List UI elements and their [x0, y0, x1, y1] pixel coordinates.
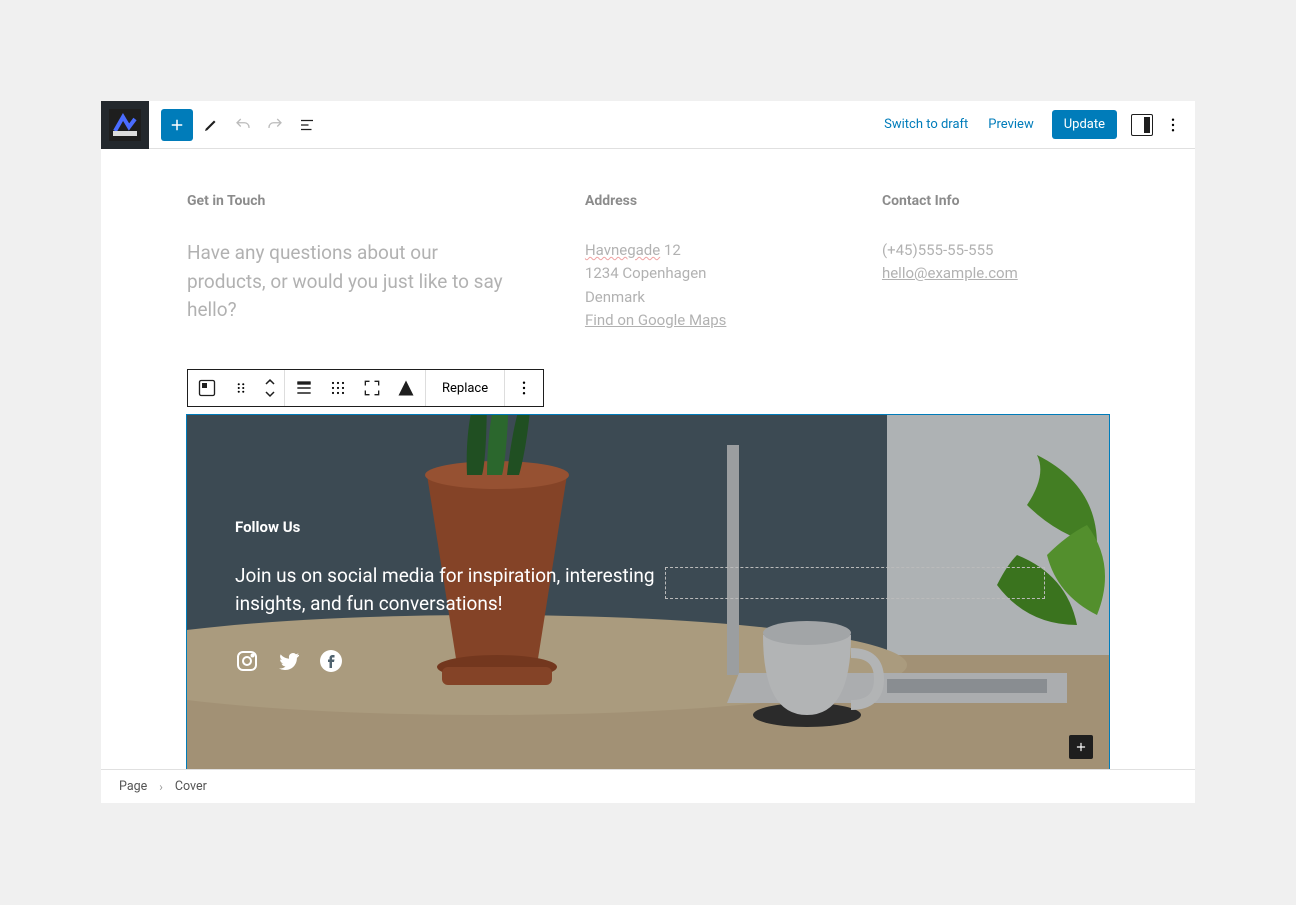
- address-map-link[interactable]: Find on Google Maps: [585, 311, 726, 329]
- align-icon: [294, 378, 314, 398]
- add-inner-block-button[interactable]: [1069, 735, 1093, 759]
- pencil-icon: [202, 116, 220, 134]
- address-line3: Denmark: [585, 288, 645, 306]
- add-block-button[interactable]: [161, 109, 193, 141]
- empty-column-placeholder[interactable]: [665, 567, 1045, 599]
- contact-phone: (+45)555-55-555: [882, 241, 993, 259]
- align-button[interactable]: [289, 373, 319, 403]
- address-heading: Address: [585, 193, 812, 209]
- facebook-icon[interactable]: [319, 649, 343, 673]
- switch-to-draft-link[interactable]: Switch to draft: [874, 111, 978, 138]
- block-options-button[interactable]: [509, 373, 539, 403]
- address-line1-rest: 12: [660, 241, 681, 259]
- chevron-right-icon: ›: [159, 780, 163, 794]
- social-links: [235, 649, 1061, 673]
- instagram-icon[interactable]: [235, 649, 259, 673]
- get-in-touch-paragraph: Have any questions about our products, o…: [187, 239, 515, 325]
- list-view-icon: [298, 116, 316, 134]
- fullheight-button[interactable]: [357, 373, 387, 403]
- plus-icon: [1074, 740, 1088, 754]
- drag-handle[interactable]: [226, 373, 256, 403]
- topbar-tools: [149, 109, 321, 141]
- redo-icon: [266, 116, 284, 134]
- replace-button[interactable]: Replace: [430, 381, 500, 396]
- breadcrumb-root[interactable]: Page: [119, 779, 147, 794]
- duotone-icon: [396, 378, 416, 398]
- twitter-icon[interactable]: [277, 649, 301, 673]
- get-in-touch-column: Get in Touch Have any questions about ou…: [187, 193, 515, 332]
- preview-link[interactable]: Preview: [978, 111, 1043, 138]
- block-toolbar: Replace: [187, 369, 544, 407]
- drag-icon: [232, 379, 250, 397]
- contact-email[interactable]: hello@example.com: [882, 264, 1018, 282]
- move-buttons[interactable]: [260, 373, 280, 403]
- kebab-icon: [515, 379, 533, 397]
- content-position-button[interactable]: [323, 373, 353, 403]
- site-logo-icon: [109, 109, 141, 141]
- block-breadcrumb: Page › Cover: [101, 769, 1195, 803]
- fullscreen-icon: [362, 378, 382, 398]
- address-line1-wavy: Havnegade: [585, 241, 660, 259]
- outline-button[interactable]: [293, 111, 321, 139]
- update-button[interactable]: Update: [1052, 110, 1117, 139]
- address-text: Havnegade 12 1234 Copenhagen Denmark Fin…: [585, 239, 812, 332]
- grid-icon: [328, 378, 348, 398]
- chevron-updown-icon: [263, 377, 277, 399]
- info-columns: Get in Touch Have any questions about ou…: [187, 193, 1109, 332]
- sidebar-icon: [1144, 117, 1150, 133]
- options-button[interactable]: [1159, 111, 1187, 139]
- settings-sidebar-toggle[interactable]: [1131, 114, 1153, 136]
- breadcrumb-current[interactable]: Cover: [175, 779, 207, 794]
- contact-column: Contact Info (+45)555-55-555 hello@examp…: [882, 193, 1109, 332]
- get-in-touch-heading: Get in Touch: [187, 193, 515, 209]
- plus-icon: [168, 116, 186, 134]
- site-logo[interactable]: [101, 101, 149, 149]
- editor-canvas[interactable]: Get in Touch Have any questions about ou…: [101, 149, 1195, 769]
- kebab-icon: [1164, 116, 1182, 134]
- undo-button[interactable]: [229, 111, 257, 139]
- address-line2: 1234 Copenhagen: [585, 264, 707, 282]
- edit-tool-button[interactable]: [197, 111, 225, 139]
- block-type-button[interactable]: [192, 373, 222, 403]
- cover-block[interactable]: Follow Us Join us on social media for in…: [187, 415, 1109, 769]
- duotone-button[interactable]: [391, 373, 421, 403]
- editor-frame: Switch to draft Preview Update Get in To…: [101, 101, 1195, 803]
- address-column: Address Havnegade 12 1234 Copenhagen Den…: [585, 193, 812, 332]
- follow-heading[interactable]: Follow Us: [235, 518, 1061, 536]
- undo-icon: [234, 116, 252, 134]
- editor-topbar: Switch to draft Preview Update: [101, 101, 1195, 149]
- follow-paragraph[interactable]: Join us on social media for inspiration,…: [235, 562, 655, 619]
- contact-text: (+45)555-55-555 hello@example.com: [882, 239, 1109, 286]
- redo-button[interactable]: [261, 111, 289, 139]
- contact-heading: Contact Info: [882, 193, 1109, 209]
- cover-block-icon: [197, 378, 217, 398]
